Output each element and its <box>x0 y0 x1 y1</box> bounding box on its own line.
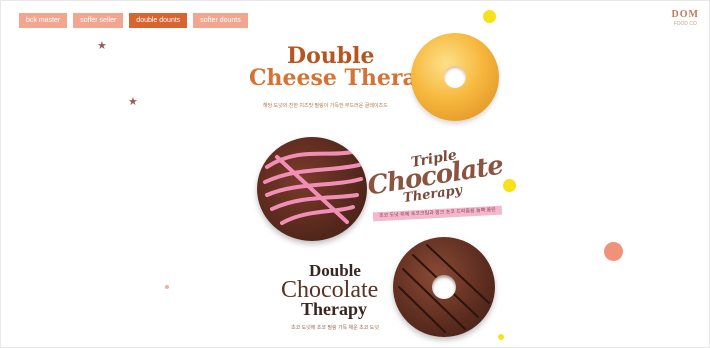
star-icon: ★ <box>128 96 138 108</box>
tab-soffer-seller[interactable]: soffer seller <box>73 13 124 28</box>
product-2-subtitle: 초코 도넛 위에 초코크림과 핑크 초코 드리즐을 듬뿍 올린 <box>372 205 503 222</box>
dot-decoration <box>483 10 496 23</box>
logo-main-text: DOM <box>671 9 699 20</box>
page: bck master soffer seller double dounts s… <box>0 0 710 348</box>
product-3-subtitle: 초코 도넛에 초코 필링 가득 채운 초코 도넛 <box>291 325 379 331</box>
tab-softer-dounts[interactable]: softer dounts <box>193 13 248 28</box>
donut-hole <box>444 66 466 88</box>
donut-hole <box>432 275 456 299</box>
brand-logo[interactable]: DOM FOOD CO <box>672 9 699 27</box>
logo-sub-text: FOOD CO <box>673 21 697 27</box>
double-chocolate-donut-image <box>393 237 495 337</box>
star-icon: ★ <box>97 40 107 52</box>
dot-decoration <box>498 334 504 340</box>
dot-decoration <box>503 179 516 192</box>
product-3-title-line3: Therapy <box>301 299 368 319</box>
triple-chocolate-donut-image <box>257 137 367 241</box>
cheese-donut-image <box>411 33 499 121</box>
category-nav: bck master soffer seller double dounts s… <box>19 13 248 28</box>
tab-double-dounts[interactable]: double dounts <box>129 13 188 28</box>
dot-decoration <box>165 285 169 289</box>
product-1-subtitle: 해당 도넛의 진한 치즈맛 필링이 가득한 부드러운 글레이즈드 <box>263 103 388 109</box>
dot-decoration <box>604 242 623 261</box>
tab-bck-master[interactable]: bck master <box>19 13 68 28</box>
pink-drizzle-decoration <box>263 150 363 225</box>
